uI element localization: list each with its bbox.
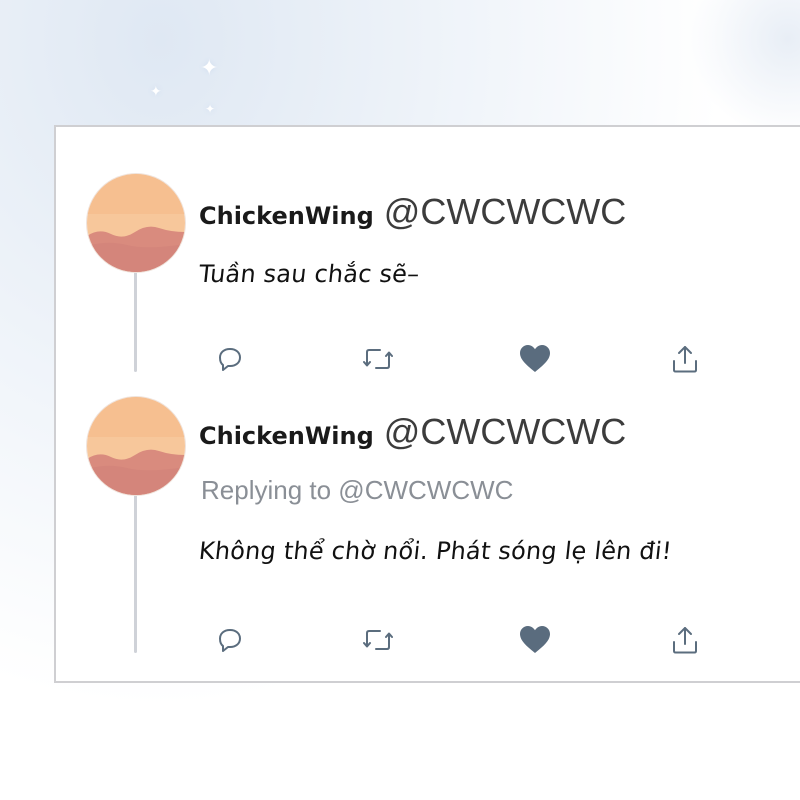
sparkle-decoration: ✦	[150, 84, 162, 100]
avatar-image	[87, 174, 185, 272]
thread-connector-line	[134, 495, 137, 653]
like-button[interactable]	[518, 623, 552, 657]
replying-to-label[interactable]: Replying to @CWCWCWC	[201, 475, 513, 506]
share-icon	[673, 627, 697, 654]
retweet-icon	[363, 349, 393, 369]
reply-button[interactable]	[213, 623, 247, 657]
avatar[interactable]	[87, 397, 185, 495]
thread-connector-line	[134, 270, 137, 372]
reply-icon	[219, 348, 241, 371]
display-name[interactable]: ChickenWing	[199, 202, 374, 230]
user-handle[interactable]: @CWCWCWC	[384, 411, 626, 452]
reply-button[interactable]	[213, 342, 247, 376]
avatar-image	[87, 397, 185, 495]
tweet-text: Tuần sau chắc sẽ–	[197, 260, 421, 288]
heart-icon	[520, 626, 550, 653]
share-button[interactable]	[668, 623, 702, 657]
tweet-text: Không thể chờ nổi. Phát sóng lẹ lên đi!	[197, 537, 674, 565]
reply-icon	[219, 629, 241, 652]
user-handle[interactable]: @CWCWCWC	[384, 191, 626, 232]
sparkle-decoration: ✦	[200, 56, 219, 81]
tweet-header: ChickenWing @CWCWCWC	[199, 191, 626, 233]
like-button[interactable]	[518, 342, 552, 376]
background-glow	[680, 0, 800, 130]
share-icon	[673, 346, 697, 373]
share-button[interactable]	[668, 342, 702, 376]
display-name[interactable]: ChickenWing	[199, 422, 374, 450]
tweet-thread-card: ChickenWing @CWCWCWC Tuần sau chắc sẽ– C…	[54, 125, 800, 683]
avatar[interactable]	[87, 174, 185, 272]
retweet-icon	[363, 630, 393, 650]
retweet-button[interactable]	[361, 623, 395, 657]
tweet-header: ChickenWing @CWCWCWC	[199, 411, 626, 453]
heart-icon	[520, 345, 550, 372]
retweet-button[interactable]	[361, 342, 395, 376]
sparkle-decoration: ✦	[205, 102, 216, 116]
